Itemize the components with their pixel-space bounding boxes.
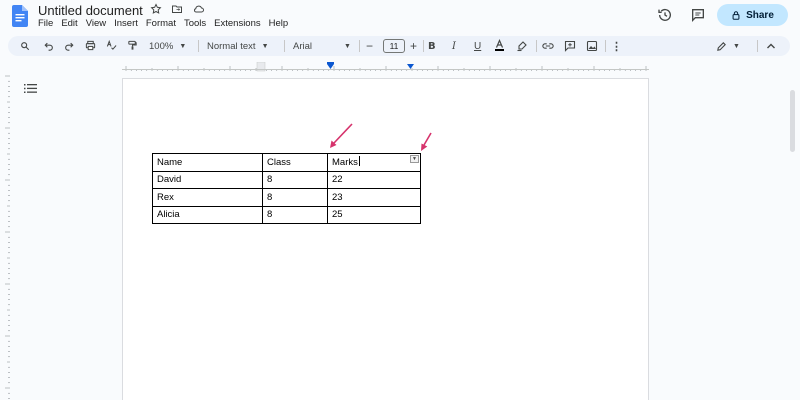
docs-logo-icon[interactable] (12, 5, 28, 27)
lock-icon (732, 10, 740, 20)
chevron-down-icon: ▼ (179, 42, 187, 50)
toolbar-divider (757, 40, 758, 52)
vertical-ruler[interactable] (0, 72, 10, 400)
table-cell[interactable]: 8 (262, 205, 328, 224)
document-page[interactable] (122, 78, 649, 400)
print-icon[interactable] (85, 40, 96, 51)
toolbar-divider (359, 40, 360, 52)
document-outline-icon[interactable] (24, 83, 37, 94)
redo-icon[interactable] (64, 41, 74, 51)
menu-bar: File Edit View Insert Format Tools Exten… (38, 18, 296, 29)
comments-icon[interactable] (690, 7, 706, 23)
table-cell-text: Marks (332, 157, 358, 169)
menu-format[interactable]: Format (146, 18, 181, 29)
paragraph-style-select[interactable]: Normal text ▼ (207, 36, 269, 56)
table-cell[interactable]: 8 (262, 170, 328, 189)
ruler-ticks (125, 61, 647, 72)
menu-tools[interactable]: Tools (184, 18, 211, 29)
italic-icon: I (452, 40, 456, 52)
vertical-scrollbar[interactable] (790, 90, 795, 152)
share-label: Share (746, 9, 774, 21)
chevron-down-icon: ▼ (344, 42, 351, 50)
document-title[interactable]: Untitled document (38, 3, 143, 18)
menu-help[interactable]: Help (269, 18, 294, 29)
cell-dropdown-icon[interactable]: ▼ (410, 155, 419, 163)
table-row: Rex 8 23 (152, 188, 421, 207)
toolbar: 100% ▼ Normal text ▼ Arial ▼ − 11 + B I U ⋮… (8, 36, 790, 56)
menu-edit[interactable]: Edit (61, 18, 82, 29)
horizontal-ruler[interactable] (122, 60, 649, 72)
spellcheck-icon[interactable] (106, 40, 117, 51)
table-cell[interactable]: 8 (262, 188, 328, 207)
chevron-down-icon: ▼ (733, 42, 740, 50)
ruler-baseline (122, 69, 649, 70)
zoom-select[interactable]: 100% ▼ (149, 36, 186, 56)
style-value: Normal text (207, 40, 256, 52)
table-cell[interactable]: 23 (327, 188, 421, 207)
hide-menus-chevron-up-icon[interactable] (766, 42, 776, 50)
history-icon[interactable] (657, 7, 673, 23)
paint-format-icon[interactable] (127, 40, 138, 51)
text-cursor (358, 156, 360, 167)
table-cell[interactable]: Alicia (152, 205, 263, 224)
insert-image-icon[interactable] (586, 40, 598, 52)
toolbar-divider (198, 40, 199, 52)
text-color-icon[interactable] (494, 39, 505, 52)
menu-file[interactable]: File (38, 18, 58, 29)
add-comment-icon[interactable] (564, 40, 576, 52)
underline-button[interactable]: U (474, 36, 481, 56)
zoom-value: 100% (149, 40, 174, 52)
table-cell[interactable]: David (152, 170, 263, 189)
undo-icon[interactable] (44, 41, 54, 51)
bold-button[interactable]: B (428, 36, 436, 56)
header: Untitled document File Edit View Insert … (0, 0, 800, 34)
font-size-input[interactable]: 11 (383, 39, 405, 53)
table-cell[interactable]: 22 (327, 170, 421, 189)
font-value: Arial (293, 40, 313, 52)
vertical-ruler-ticks (5, 75, 10, 399)
share-button[interactable]: Share (717, 4, 788, 26)
pencil-icon (717, 41, 726, 51)
table-cell[interactable]: Class (262, 153, 328, 172)
table-row: Name Class Marks ▼ (152, 153, 421, 172)
toolbar-divider (536, 40, 537, 52)
toolbar-divider (284, 40, 285, 52)
table-row: David 8 22 (152, 170, 421, 189)
table-row: Alicia 8 25 (152, 205, 421, 224)
decrease-font-size-button[interactable]: − (366, 36, 373, 56)
marks-table[interactable]: Name Class Marks ▼ David 8 22 Rex 8 23 Al… (152, 153, 421, 224)
font-select[interactable]: Arial ▼ (293, 36, 351, 56)
italic-button[interactable]: I (452, 36, 456, 56)
table-cell-active[interactable]: Marks ▼ (327, 153, 421, 172)
insert-link-icon[interactable] (542, 41, 554, 51)
star-icon[interactable] (150, 3, 162, 15)
table-cell[interactable]: 25 (327, 205, 421, 224)
more-options-icon[interactable]: ⋮ (611, 36, 622, 56)
menu-view[interactable]: View (86, 18, 111, 29)
bold-icon: B (428, 40, 436, 52)
table-cell[interactable]: Name (152, 153, 263, 172)
editing-mode-button[interactable]: ▼ (716, 36, 740, 56)
underline-icon: U (474, 40, 482, 52)
chevron-down-icon: ▼ (261, 42, 269, 50)
move-folder-icon[interactable] (171, 3, 183, 15)
title-actions (150, 3, 205, 15)
highlight-icon[interactable] (516, 40, 528, 52)
search-icon[interactable] (20, 41, 30, 51)
cloud-status-icon[interactable] (192, 3, 205, 15)
menu-insert[interactable]: Insert (114, 18, 143, 29)
menu-extensions[interactable]: Extensions (214, 18, 265, 29)
table-cell[interactable]: Rex (152, 188, 263, 207)
toolbar-divider (605, 40, 606, 52)
increase-font-size-button[interactable]: + (410, 36, 417, 56)
toolbar-divider (423, 40, 424, 52)
